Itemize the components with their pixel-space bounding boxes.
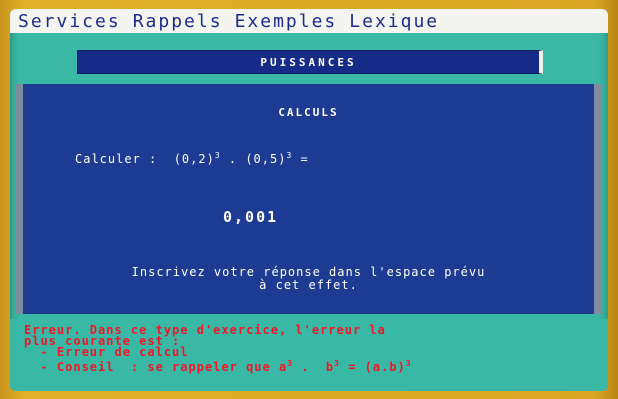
question-suffix: = bbox=[292, 152, 309, 166]
error-line-4-middle-2: = (a.b) bbox=[339, 360, 406, 374]
question-text: Calculer : (0,2)3 . (0,5)3 = bbox=[75, 151, 309, 166]
error-line-4: - Conseil : se rappeler que a3 . b3 = (a… bbox=[24, 358, 594, 373]
answer-input[interactable] bbox=[223, 208, 373, 226]
exercise-panel: CALCULS Calculer : (0,2)3 . (0,5)3 = Ins… bbox=[16, 84, 601, 314]
menu-item-lexique[interactable]: Lexique bbox=[349, 11, 439, 32]
question-middle: . (0,5) bbox=[220, 152, 287, 166]
error-exponent-3: 3 bbox=[405, 359, 412, 368]
monitor-frame: Services Rappels Exemples Lexique PUISSA… bbox=[0, 0, 618, 399]
panel-title: CALCULS bbox=[278, 106, 339, 119]
error-line-4-prefix: - Conseil : se rappeler que a bbox=[24, 360, 288, 374]
section-title: PUISSANCES bbox=[260, 55, 357, 69]
error-line-3: - Erreur de calcul bbox=[24, 345, 189, 359]
error-line-4-middle: . b bbox=[293, 360, 335, 374]
menu-item-exemples[interactable]: Exemples bbox=[235, 11, 338, 32]
error-message: Erreur. Dans ce type d'exercice, l'erreu… bbox=[10, 319, 608, 391]
menu-bar: Services Rappels Exemples Lexique bbox=[10, 9, 608, 33]
instruction-text: Inscrivez votre réponse dans l'espace pr… bbox=[23, 266, 594, 292]
screen: Services Rappels Exemples Lexique PUISSA… bbox=[10, 9, 608, 391]
instruction-line-2: à cet effet. bbox=[259, 278, 358, 292]
section-banner: PUISSANCES bbox=[77, 50, 543, 74]
menu-item-services[interactable]: Services bbox=[18, 11, 121, 32]
question-prefix: Calculer : (0,2) bbox=[75, 152, 215, 166]
menu-item-rappels[interactable]: Rappels bbox=[133, 11, 223, 32]
